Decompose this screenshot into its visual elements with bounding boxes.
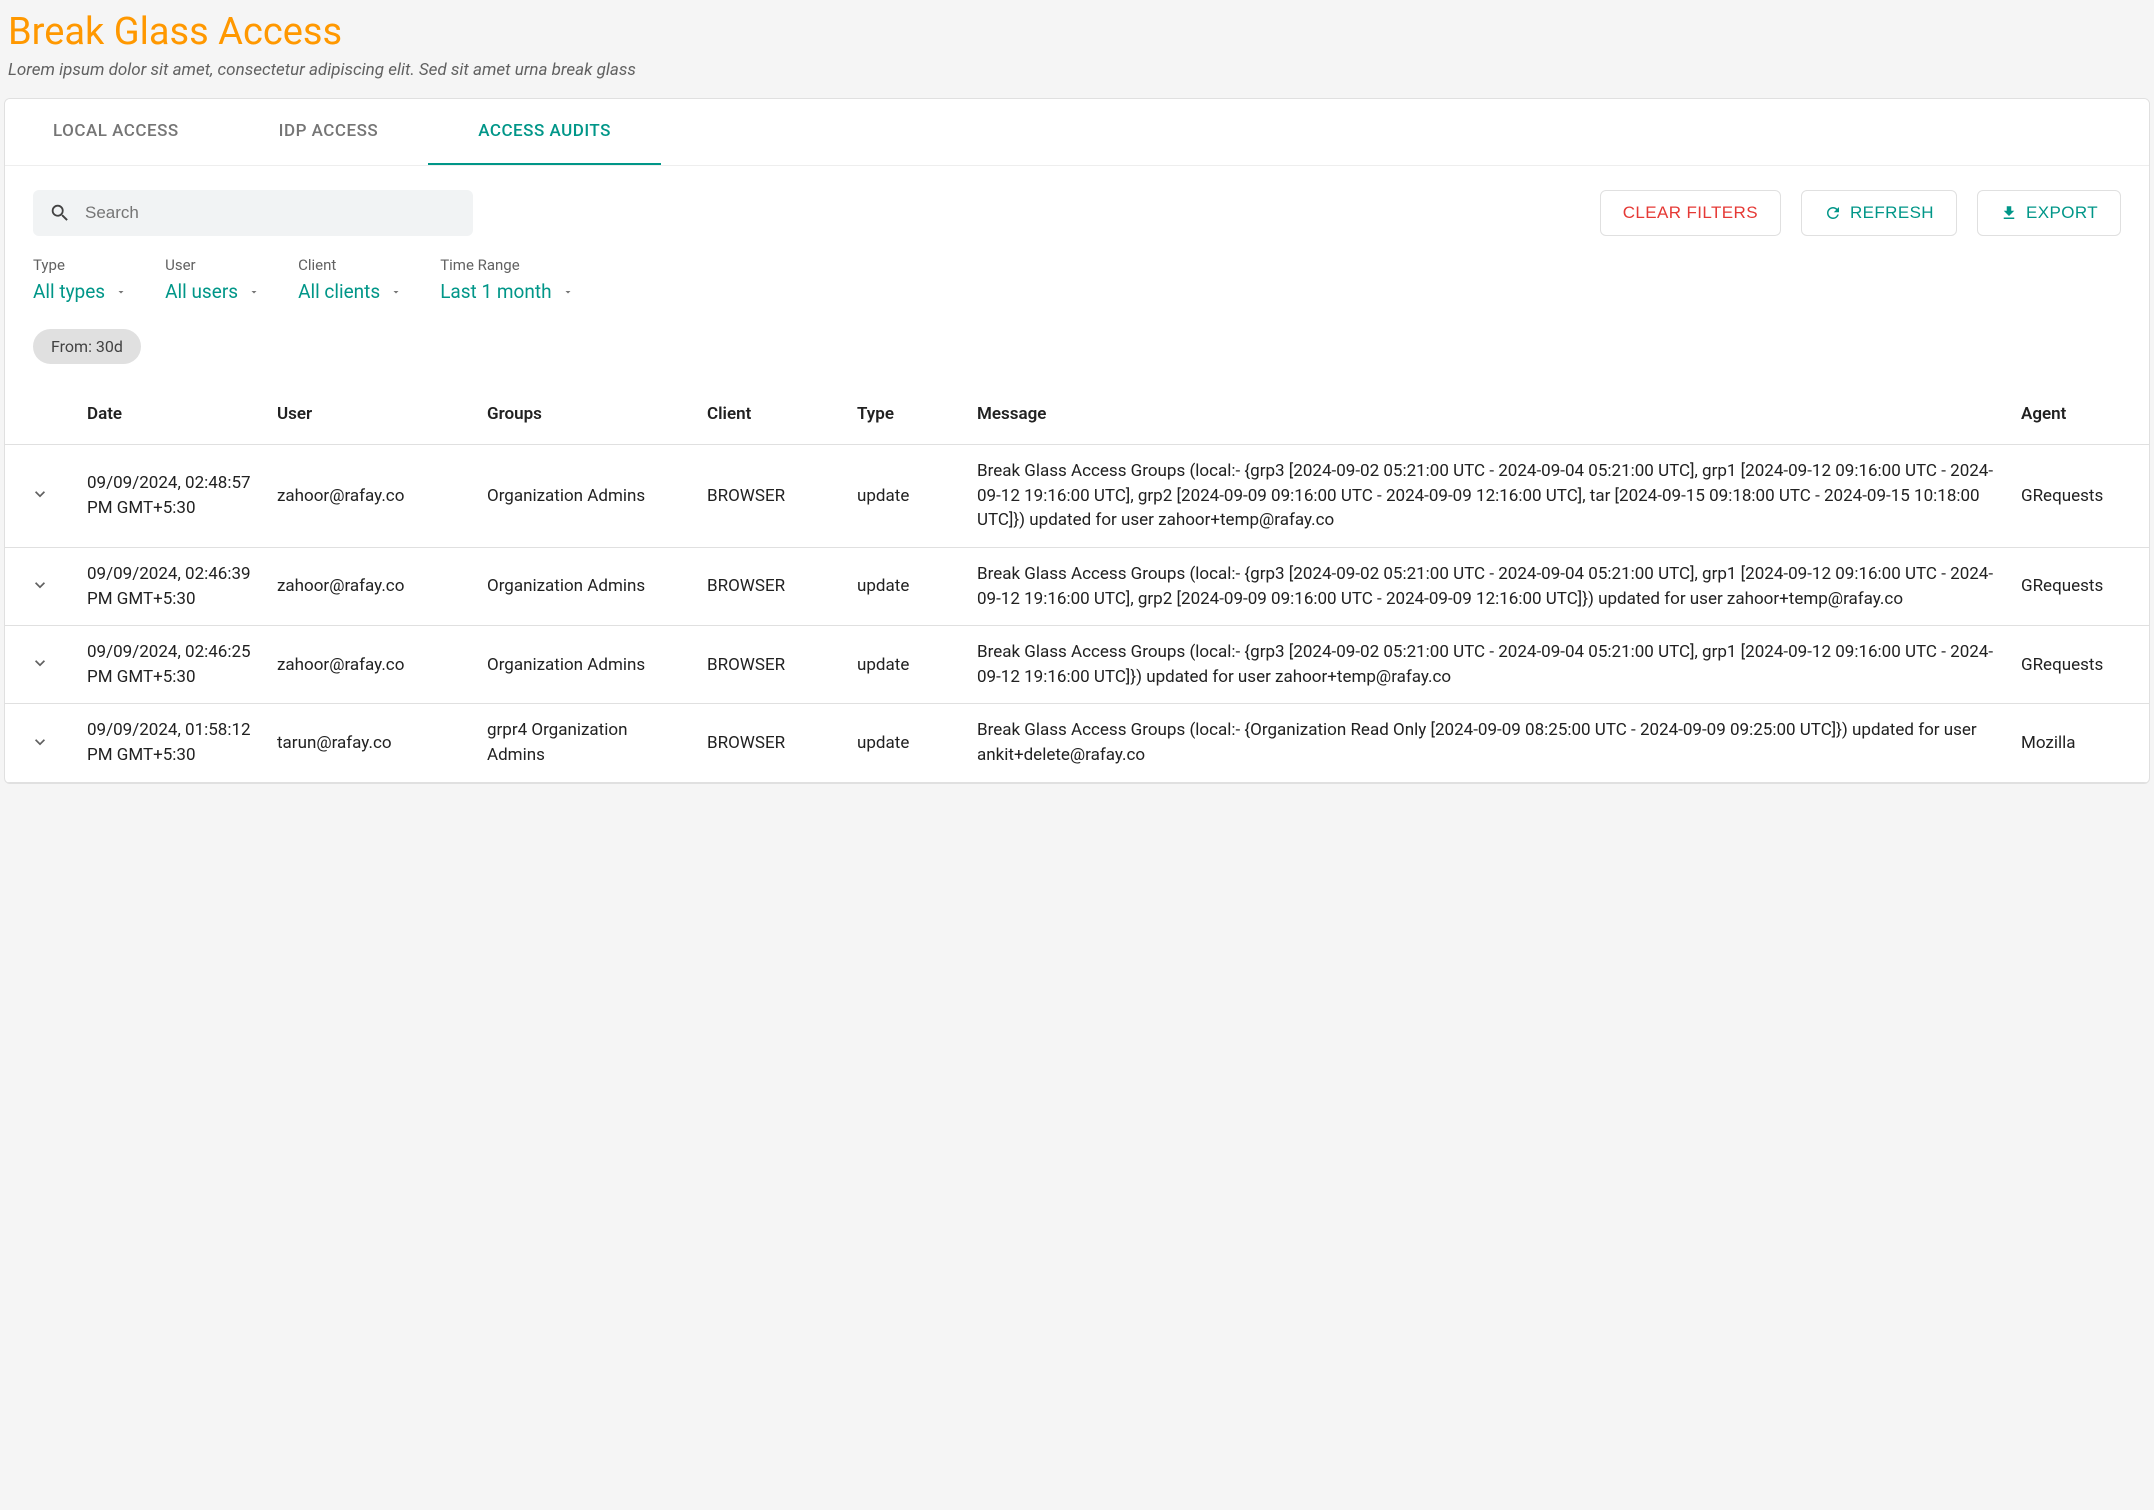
clear-filters-label: CLEAR FILTERS <box>1623 203 1758 223</box>
cell-groups: grpr4 Organization Admins <box>475 704 695 782</box>
cell-date: 09/09/2024, 02:46:25 PM GMT+5:30 <box>75 626 265 704</box>
cell-user: zahoor@rafay.co <box>265 547 475 625</box>
cell-date: 09/09/2024, 01:58:12 PM GMT+5:30 <box>75 704 265 782</box>
filter-timerange-value: Last 1 month <box>440 280 551 303</box>
cell-message: Break Glass Access Groups (local:- {Orga… <box>965 704 2009 782</box>
chevron-down-icon <box>30 653 50 673</box>
expand-row-button[interactable] <box>24 726 56 761</box>
cell-type: update <box>845 445 965 548</box>
cell-agent: GRequests <box>2009 445 2149 548</box>
tab-local-access[interactable]: LOCAL ACCESS <box>5 99 229 165</box>
page-title: Break Glass Access <box>8 10 2146 54</box>
filter-type-dropdown[interactable]: All types <box>33 280 127 303</box>
tabs: LOCAL ACCESS IDP ACCESS ACCESS AUDITS <box>5 99 2149 166</box>
page-subtitle: Lorem ipsum dolor sit amet, consectetur … <box>8 60 2146 80</box>
tab-idp-access[interactable]: IDP ACCESS <box>229 99 429 165</box>
chevron-down-icon <box>248 286 260 298</box>
expand-row-button[interactable] <box>24 569 56 604</box>
column-user[interactable]: User <box>265 390 475 445</box>
filter-user-label: User <box>165 256 260 274</box>
cell-date: 09/09/2024, 02:48:57 PM GMT+5:30 <box>75 445 265 548</box>
expand-row-button[interactable] <box>24 478 56 513</box>
cell-user: tarun@rafay.co <box>265 704 475 782</box>
filter-timerange-dropdown[interactable]: Last 1 month <box>440 280 573 303</box>
cell-agent: GRequests <box>2009 547 2149 625</box>
column-client[interactable]: Client <box>695 390 845 445</box>
audit-table: Date User Groups Client Type Message Age… <box>5 390 2149 783</box>
search-input[interactable] <box>85 203 457 223</box>
chevron-down-icon <box>30 732 50 752</box>
cell-client: BROWSER <box>695 704 845 782</box>
clear-filters-button[interactable]: CLEAR FILTERS <box>1600 190 1781 236</box>
column-expand <box>5 390 75 445</box>
chevron-down-icon <box>390 286 402 298</box>
cell-agent: Mozilla <box>2009 704 2149 782</box>
filter-type-label: Type <box>33 256 127 274</box>
column-agent[interactable]: Agent <box>2009 390 2149 445</box>
column-type[interactable]: Type <box>845 390 965 445</box>
search-icon <box>49 202 71 224</box>
table-row: 09/09/2024, 01:58:12 PM GMT+5:30tarun@ra… <box>5 704 2149 782</box>
filter-chip-from[interactable]: From: 30d <box>33 329 141 364</box>
cell-message: Break Glass Access Groups (local:- {grp3… <box>965 626 2009 704</box>
refresh-icon <box>1824 204 1842 222</box>
column-groups[interactable]: Groups <box>475 390 695 445</box>
cell-groups: Organization Admins <box>475 547 695 625</box>
table-row: 09/09/2024, 02:46:25 PM GMT+5:30zahoor@r… <box>5 626 2149 704</box>
filter-client-dropdown[interactable]: All clients <box>298 280 402 303</box>
cell-message: Break Glass Access Groups (local:- {grp3… <box>965 547 2009 625</box>
cell-type: update <box>845 704 965 782</box>
cell-user: zahoor@rafay.co <box>265 445 475 548</box>
main-card: LOCAL ACCESS IDP ACCESS ACCESS AUDITS CL… <box>4 98 2150 784</box>
cell-user: zahoor@rafay.co <box>265 626 475 704</box>
search-box[interactable] <box>33 190 473 236</box>
filter-user-dropdown[interactable]: All users <box>165 280 260 303</box>
refresh-button[interactable]: REFRESH <box>1801 190 1957 236</box>
tab-access-audits[interactable]: ACCESS AUDITS <box>428 99 661 165</box>
expand-row-button[interactable] <box>24 647 56 682</box>
refresh-label: REFRESH <box>1850 203 1934 223</box>
chevron-down-icon <box>30 575 50 595</box>
cell-agent: GRequests <box>2009 626 2149 704</box>
filter-type-value: All types <box>33 280 105 303</box>
column-date[interactable]: Date <box>75 390 265 445</box>
export-label: EXPORT <box>2026 203 2098 223</box>
cell-message: Break Glass Access Groups (local:- {grp3… <box>965 445 2009 548</box>
column-message[interactable]: Message <box>965 390 2009 445</box>
cell-groups: Organization Admins <box>475 445 695 548</box>
cell-client: BROWSER <box>695 445 845 548</box>
filter-client-label: Client <box>298 256 402 274</box>
table-row: 09/09/2024, 02:48:57 PM GMT+5:30zahoor@r… <box>5 445 2149 548</box>
cell-type: update <box>845 547 965 625</box>
cell-client: BROWSER <box>695 626 845 704</box>
export-button[interactable]: EXPORT <box>1977 190 2121 236</box>
chevron-down-icon <box>115 286 127 298</box>
table-row: 09/09/2024, 02:46:39 PM GMT+5:30zahoor@r… <box>5 547 2149 625</box>
cell-groups: Organization Admins <box>475 626 695 704</box>
cell-client: BROWSER <box>695 547 845 625</box>
filter-user-value: All users <box>165 280 238 303</box>
download-icon <box>2000 204 2018 222</box>
chevron-down-icon <box>30 484 50 504</box>
cell-type: update <box>845 626 965 704</box>
filter-chip-from-label: From: 30d <box>51 337 123 356</box>
chevron-down-icon <box>562 286 574 298</box>
filter-client-value: All clients <box>298 280 380 303</box>
cell-date: 09/09/2024, 02:46:39 PM GMT+5:30 <box>75 547 265 625</box>
filter-timerange-label: Time Range <box>440 256 573 274</box>
